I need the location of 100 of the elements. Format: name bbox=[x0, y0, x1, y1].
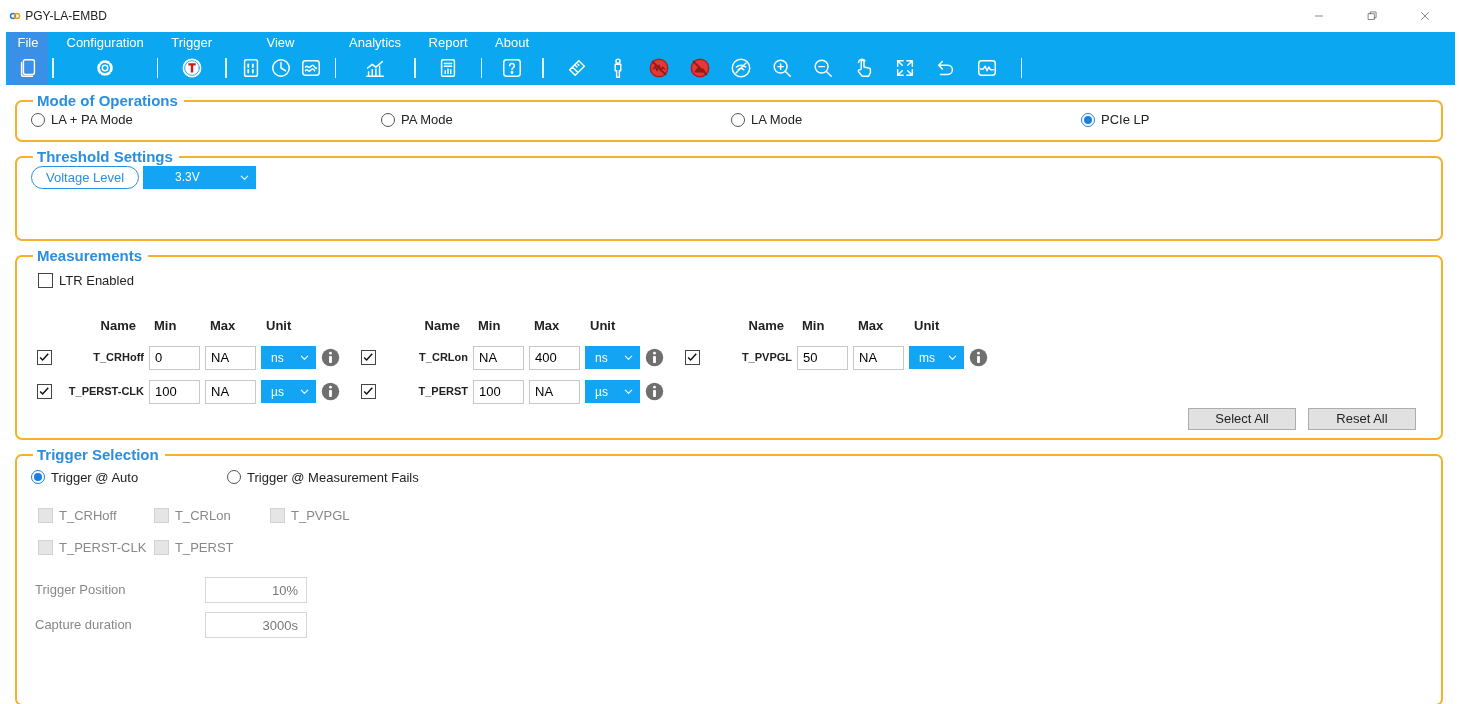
voltage-dropdown[interactable]: 3.3V bbox=[143, 165, 257, 189]
column-header: Name bbox=[747, 317, 785, 335]
menu-label[interactable]: Analytics bbox=[349, 34, 402, 52]
caret-icon bbox=[299, 352, 310, 363]
menu-label[interactable]: Trigger bbox=[171, 34, 213, 52]
signal-box-icon[interactable] bbox=[975, 57, 998, 79]
measurement-name: T_CRHoff bbox=[92, 350, 144, 366]
radio-label[interactable]: PA Mode bbox=[401, 110, 453, 130]
radio-button[interactable] bbox=[731, 112, 745, 127]
radio-label[interactable]: LA + PA Mode bbox=[51, 110, 133, 130]
section-title: Measurements bbox=[36, 246, 144, 265]
max-field[interactable]: NA bbox=[529, 379, 580, 404]
max-field[interactable]: NA bbox=[205, 345, 256, 370]
zoom-out-icon[interactable] bbox=[811, 57, 834, 79]
no-image-icon[interactable] bbox=[688, 57, 711, 79]
column-header: Name bbox=[99, 317, 137, 335]
info-icon[interactable] bbox=[969, 348, 988, 367]
field-label: Trigger Position bbox=[35, 581, 127, 600]
max-field[interactable]: NA bbox=[853, 345, 904, 370]
column-header: Max bbox=[857, 317, 885, 335]
info-icon[interactable] bbox=[645, 348, 664, 367]
caret-icon bbox=[623, 352, 634, 363]
min-field[interactable]: 100 bbox=[473, 379, 524, 404]
unit-dropdown[interactable]: ns bbox=[261, 346, 316, 369]
measurement-name: T_CRLon bbox=[418, 350, 468, 366]
waveform-icon[interactable] bbox=[299, 57, 322, 79]
checkbox[interactable] bbox=[361, 384, 376, 399]
column-header: Unit bbox=[265, 317, 293, 335]
caret-icon bbox=[623, 386, 634, 397]
radio-button[interactable] bbox=[31, 112, 45, 127]
zoom-in-icon[interactable] bbox=[770, 57, 793, 79]
clock-icon[interactable] bbox=[269, 57, 292, 79]
radio-label[interactable]: Trigger @ Auto bbox=[51, 467, 139, 487]
column-header: Min bbox=[153, 317, 178, 335]
unit-dropdown[interactable]: ms bbox=[909, 346, 964, 369]
window-title: PGY-LA-EMBD bbox=[25, 8, 107, 25]
radio-button[interactable] bbox=[381, 112, 395, 127]
field-label: Capture duration bbox=[35, 616, 133, 635]
menu-tab[interactable]: About bbox=[486, 32, 539, 85]
info-icon[interactable] bbox=[321, 382, 340, 401]
help-icon[interactable] bbox=[501, 57, 524, 79]
column-header: Min bbox=[801, 317, 826, 335]
measurement-name: T_PERST bbox=[417, 384, 468, 400]
min-field[interactable]: 50 bbox=[797, 345, 848, 370]
min-field[interactable]: 0 bbox=[149, 345, 200, 370]
menu-label[interactable]: About bbox=[495, 34, 530, 52]
checkbox[interactable] bbox=[37, 350, 52, 365]
radio-button[interactable] bbox=[1081, 112, 1095, 127]
caret-icon bbox=[299, 386, 310, 397]
checkbox[interactable] bbox=[361, 350, 376, 365]
column-header: Unit bbox=[913, 317, 941, 335]
column-header: Max bbox=[209, 317, 237, 335]
menu-tab[interactable]: File bbox=[8, 32, 48, 85]
info-icon[interactable] bbox=[645, 382, 664, 401]
column-header: Unit bbox=[589, 317, 617, 335]
menu-tab[interactable]: Analytics bbox=[340, 32, 411, 85]
radio-button[interactable] bbox=[31, 470, 45, 485]
unit-dropdown[interactable]: µs bbox=[585, 380, 640, 403]
column-header: Name bbox=[423, 317, 461, 335]
section-title: Trigger Selection bbox=[36, 445, 160, 464]
section-title: Threshold Settings bbox=[36, 147, 174, 166]
checkbox[interactable] bbox=[38, 272, 53, 288]
menu-tab[interactable]: Configuration bbox=[57, 32, 153, 85]
radio-label[interactable]: LA Mode bbox=[751, 110, 803, 130]
info-icon[interactable] bbox=[321, 348, 340, 367]
caret-icon bbox=[947, 352, 958, 363]
checkbox-label: T_PVPGL bbox=[291, 507, 350, 525]
menu-label[interactable]: View bbox=[266, 34, 295, 52]
menu-tab[interactable]: View bbox=[230, 32, 331, 85]
radio-label[interactable]: PCIe LP bbox=[1101, 110, 1150, 130]
column-header: Max bbox=[533, 317, 561, 335]
menu-label[interactable]: File bbox=[17, 34, 39, 52]
checkbox[interactable] bbox=[685, 350, 700, 365]
no-wifi-icon[interactable] bbox=[729, 57, 752, 79]
menu-tab[interactable]: Report bbox=[419, 32, 477, 85]
logo-icon bbox=[8, 10, 22, 22]
min-field[interactable]: 100 bbox=[149, 379, 200, 404]
menu-label[interactable]: Configuration bbox=[66, 34, 144, 52]
menu-tab[interactable]: Trigger bbox=[162, 32, 222, 85]
checkbox-label: T_CRLon bbox=[175, 507, 231, 525]
unit-dropdown[interactable]: µs bbox=[261, 380, 316, 403]
min-field[interactable]: NA bbox=[473, 345, 524, 370]
checkbox-label: T_PERST bbox=[175, 538, 234, 557]
menu-label[interactable]: Report bbox=[428, 34, 468, 52]
section-title: Mode of Operations bbox=[36, 92, 179, 110]
column-header: Min bbox=[477, 317, 502, 335]
checkbox-label: T_CRHoff bbox=[59, 507, 117, 525]
checkbox[interactable] bbox=[37, 384, 52, 399]
radio-label[interactable]: Trigger @ Measurement Fails bbox=[247, 467, 419, 487]
action-button[interactable]: Select All bbox=[1188, 407, 1296, 430]
t-circle-icon[interactable] bbox=[180, 57, 203, 79]
radio-button[interactable] bbox=[227, 470, 241, 485]
max-field[interactable]: NA bbox=[205, 379, 256, 404]
measurement-name: T_PVPGL bbox=[740, 350, 792, 366]
checkbox-label: T_PERST-CLK bbox=[59, 538, 147, 557]
max-field[interactable]: 400 bbox=[529, 345, 580, 370]
checkbox-label[interactable]: LTR Enabled bbox=[59, 270, 134, 290]
action-button[interactable]: Reset All bbox=[1308, 407, 1416, 430]
unit-dropdown[interactable]: ns bbox=[585, 346, 640, 369]
no-signal-icon[interactable] bbox=[647, 57, 670, 79]
